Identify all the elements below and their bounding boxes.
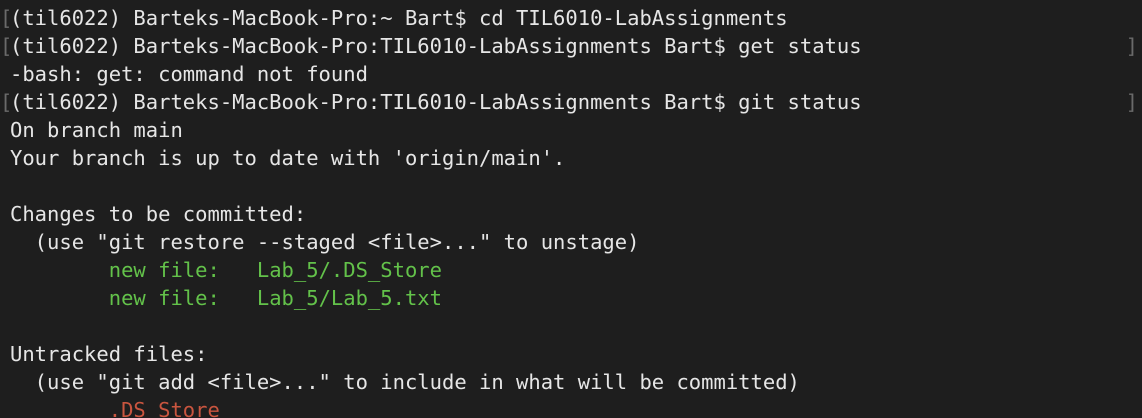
right-mark-line-2: ]	[1125, 34, 1138, 58]
terminal-line-6: Your branch is up to date with 'origin/m…	[10, 146, 566, 170]
terminal-line-2: (til6022) Barteks-MacBook-Pro:TIL6010-La…	[10, 34, 862, 58]
terminal-line-1: (til6022) Barteks-MacBook-Pro:~ Bart$ cd…	[10, 6, 788, 30]
left-mark-line-1: [	[0, 6, 13, 30]
left-mark-line-2: [	[0, 34, 13, 58]
terminal-line-8: Changes to be committed:	[10, 202, 307, 226]
terminal-line-15: .DS_Store	[10, 398, 220, 418]
terminal-window[interactable]: (til6022) Barteks-MacBook-Pro:~ Bart$ cd…	[0, 0, 1142, 418]
terminal-line-3: -bash: get: command not found	[10, 62, 368, 86]
right-mark-line-4: ]	[1125, 90, 1138, 114]
terminal-line-4: (til6022) Barteks-MacBook-Pro:TIL6010-La…	[10, 90, 862, 114]
terminal-line-10: new file: Lab_5/.DS_Store	[10, 258, 442, 282]
terminal-line-9: (use "git restore --staged <file>..." to…	[10, 230, 640, 254]
terminal-line-5: On branch main	[10, 118, 183, 142]
terminal-line-11: new file: Lab_5/Lab_5.txt	[10, 286, 442, 310]
left-mark-line-4: [	[0, 90, 13, 114]
terminal-line-13: Untracked files:	[10, 342, 208, 366]
terminal-line-14: (use "git add <file>..." to include in w…	[10, 370, 800, 394]
